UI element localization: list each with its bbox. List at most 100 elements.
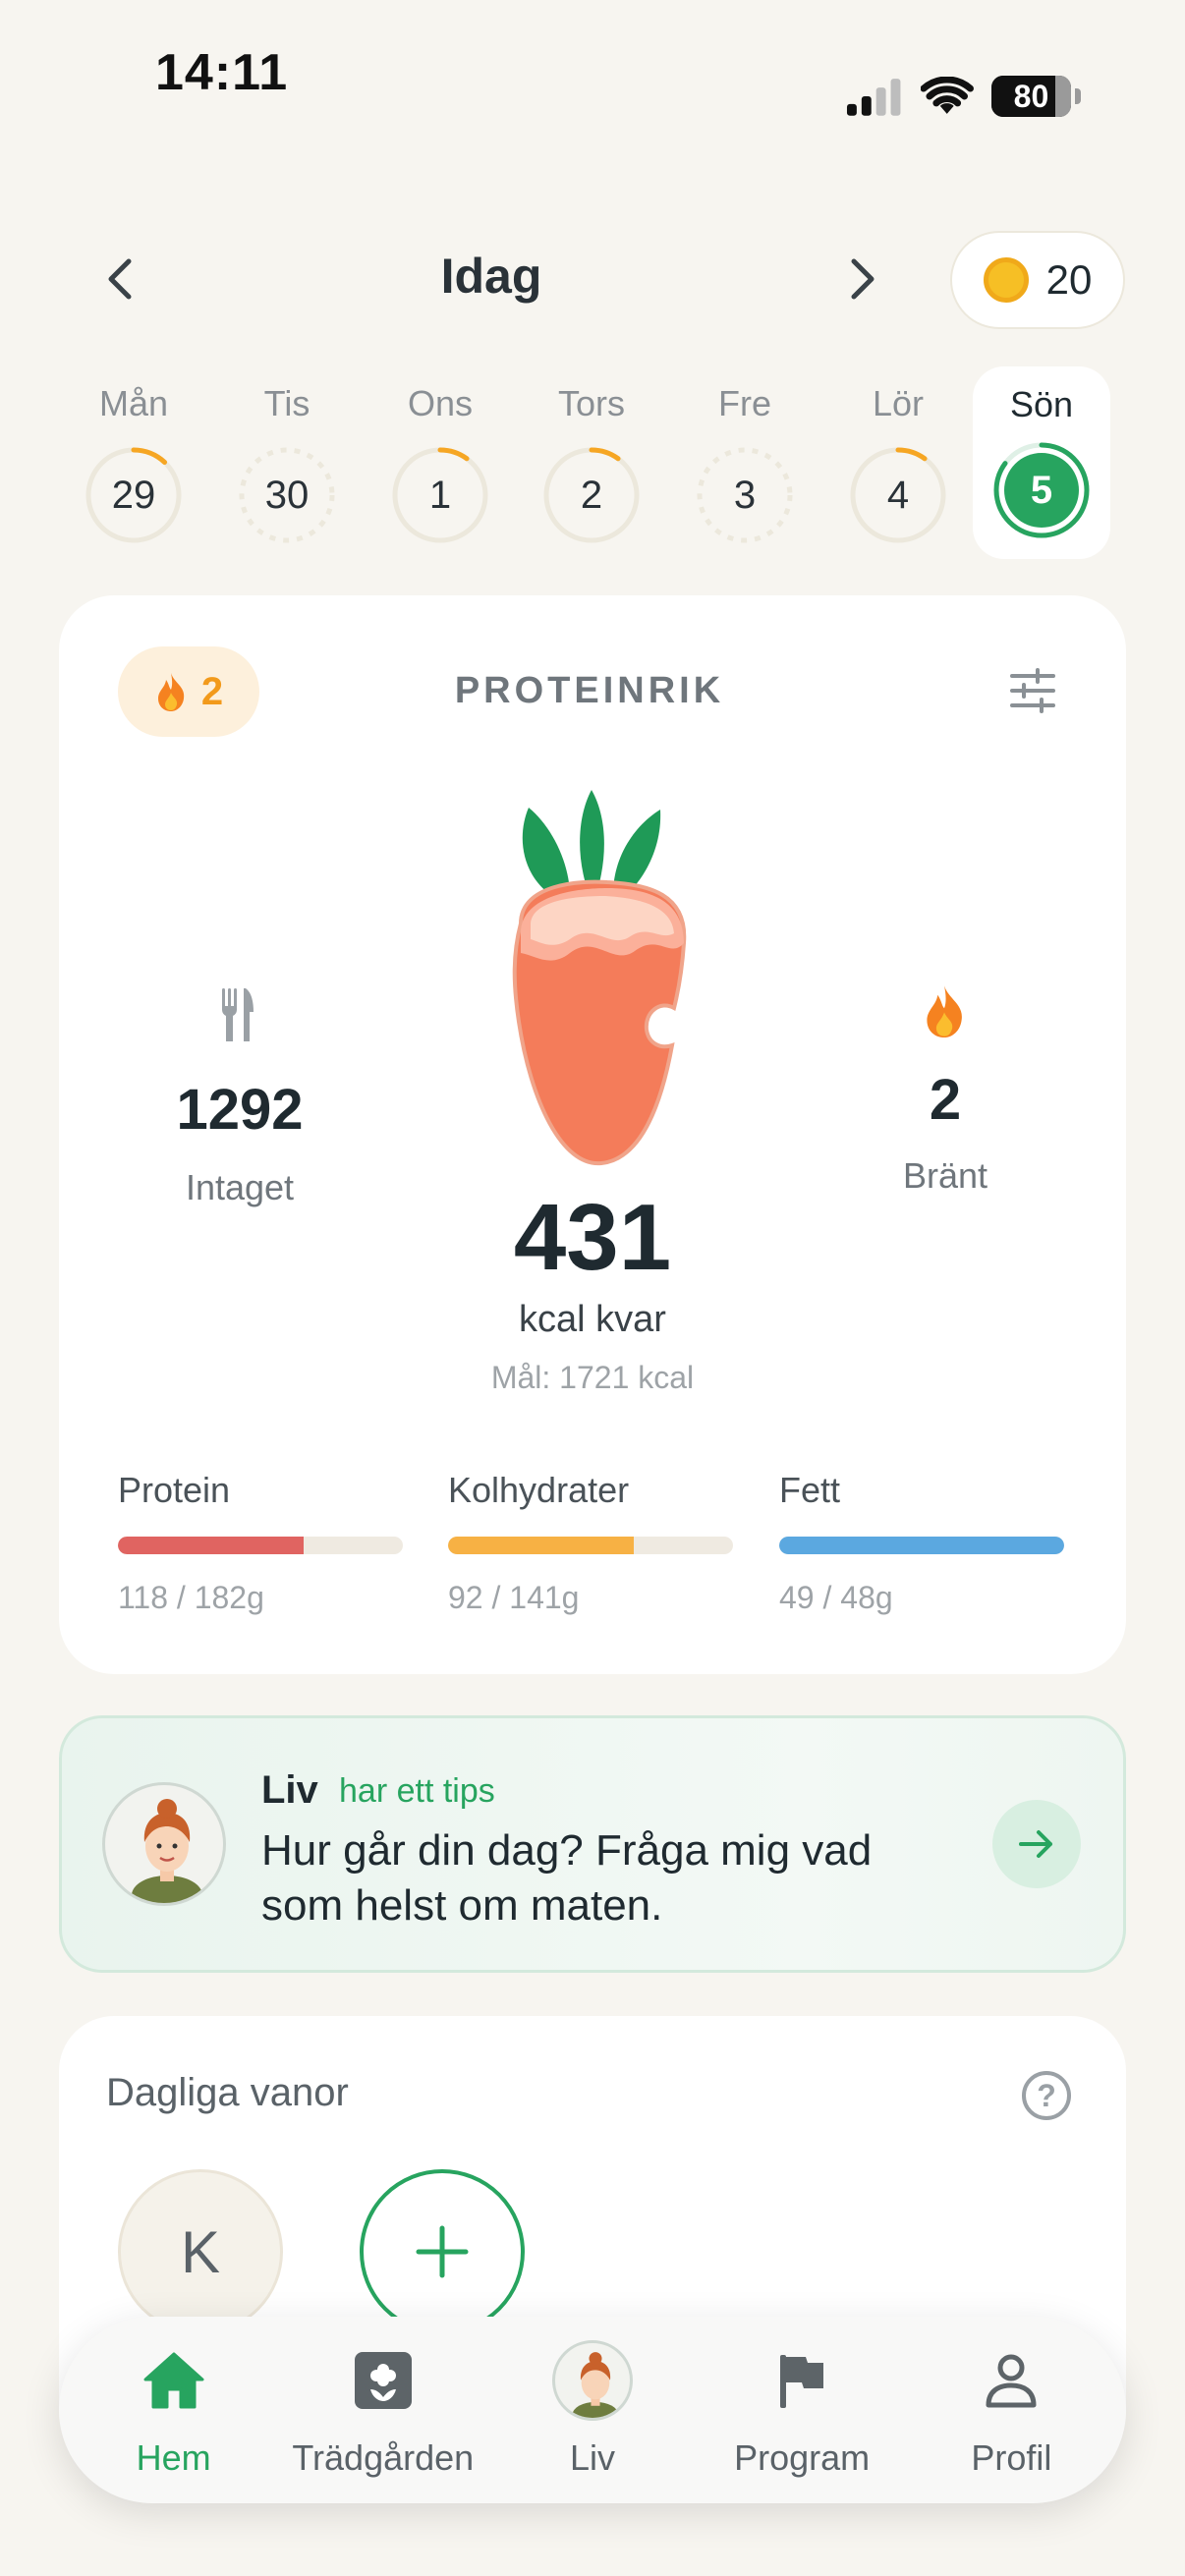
next-day-button[interactable] xyxy=(833,250,892,308)
tab-liv[interactable]: Liv xyxy=(489,2340,696,2479)
help-icon[interactable]: ? xyxy=(1022,2071,1071,2120)
macro-value: 92 / 141g xyxy=(448,1580,580,1615)
day-date: 4 xyxy=(886,473,910,517)
day-0[interactable]: Mån 29 xyxy=(65,383,202,546)
day-date: 1 xyxy=(428,473,452,517)
day-label: Tors xyxy=(557,383,625,423)
tab-home-label: Hem xyxy=(136,2437,211,2478)
chevron-right-icon xyxy=(851,258,875,300)
sliders-icon xyxy=(1010,668,1055,713)
day-4[interactable]: Fre 3 xyxy=(676,383,814,546)
macro-progress-bar xyxy=(118,1537,403,1554)
day-date: 29 xyxy=(111,473,156,517)
coach-avatar xyxy=(102,1782,226,1906)
plan-label: PROTEINRIK xyxy=(454,670,725,711)
tab-profile[interactable]: Profil xyxy=(908,2341,1114,2479)
prev-day-button[interactable] xyxy=(90,250,149,308)
day-label: Mån xyxy=(98,383,169,423)
day-date: 3 xyxy=(733,473,757,517)
status-time: 14:11 xyxy=(155,44,289,101)
habits-title: Dagliga vanor xyxy=(106,2071,349,2114)
status-icons: 80 xyxy=(845,71,1081,122)
day-progress-ring: 3 xyxy=(694,444,796,546)
flame-icon xyxy=(157,673,185,711)
tab-program[interactable]: Program xyxy=(699,2341,905,2479)
day-label: Lör xyxy=(872,383,925,423)
settings-button[interactable] xyxy=(1008,668,1057,718)
day-5[interactable]: Lör 4 xyxy=(829,383,967,546)
tab-home[interactable]: Hem xyxy=(71,2341,277,2479)
tab-liv-label: Liv xyxy=(569,2437,615,2478)
day-label: Fre xyxy=(718,383,771,423)
day-1[interactable]: Tis 30 xyxy=(218,383,356,546)
tab-garden-label: Trädgården xyxy=(292,2437,475,2478)
add-habit-button[interactable] xyxy=(360,2169,525,2334)
day-progress-ring: 2 xyxy=(540,444,643,546)
day-label: Sön xyxy=(1009,384,1074,424)
coins-count: 20 xyxy=(1045,256,1093,303)
macro-progress-fill xyxy=(118,1537,304,1554)
macro-progress-bar xyxy=(779,1537,1064,1554)
wifi-icon xyxy=(921,77,974,114)
tip-message: Hur går din dag? Fråga mig vad som helst… xyxy=(261,1826,873,1930)
tip-subtitle: har ett tips xyxy=(339,1772,495,1810)
tab-profile-label: Profil xyxy=(971,2437,1052,2478)
day-progress-ring: 1 xyxy=(389,444,491,546)
home-icon xyxy=(143,2352,204,2409)
macro-name: Fett xyxy=(779,1470,841,1510)
carrot-illustration xyxy=(491,786,698,1174)
kcal-goal: Mål: 1721 kcal xyxy=(490,1360,695,1395)
battery-icon: 80 xyxy=(990,76,1072,117)
tab-garden[interactable]: Trädgården xyxy=(280,2341,486,2479)
day-progress-ring: 29 xyxy=(83,444,185,546)
intake-value: 1292 xyxy=(176,1078,304,1142)
macro-value: 49 / 48g xyxy=(779,1580,893,1615)
fork-knife-icon xyxy=(218,986,255,1048)
tip-open-button[interactable] xyxy=(992,1800,1081,1888)
day-date: 2 xyxy=(580,473,603,517)
macro-progress-bar xyxy=(448,1537,733,1554)
day-date: 30 xyxy=(264,473,310,517)
tip-coach-name: Liv xyxy=(261,1768,318,1812)
day-progress-ring: 30 xyxy=(236,444,338,546)
macro-value: 118 / 182g xyxy=(118,1580,264,1615)
streak-count: 2 xyxy=(200,669,224,713)
day-date: 5 xyxy=(1030,468,1053,512)
habit-item[interactable]: K xyxy=(118,2169,283,2334)
day-2[interactable]: Ons 1 xyxy=(371,383,509,546)
day-label: Ons xyxy=(407,383,474,423)
day-label: Tis xyxy=(263,383,310,423)
burned-label: Bränt xyxy=(902,1155,988,1196)
macro-protein: Protein 118 / 182g xyxy=(118,1470,403,1616)
tab-program-label: Program xyxy=(734,2437,871,2478)
chevron-left-icon xyxy=(108,258,132,300)
battery-level: 80 xyxy=(1013,78,1049,114)
signal-icon xyxy=(846,79,901,116)
kcal-left-label: kcal kvar xyxy=(519,1299,666,1340)
day-3[interactable]: Tors 2 xyxy=(523,383,660,546)
person-icon xyxy=(986,2354,1037,2408)
avatar-icon xyxy=(551,2340,633,2421)
coins-badge[interactable]: 20 xyxy=(950,231,1125,329)
day-progress-ring: 4 xyxy=(847,444,949,546)
streak-badge[interactable]: 2 xyxy=(118,646,259,737)
day-progress-ring: 5 xyxy=(990,439,1093,541)
macro-name: Kolhydrater xyxy=(448,1470,630,1510)
plus-icon xyxy=(416,2225,469,2278)
kcal-left-value: 431 xyxy=(513,1185,672,1290)
macro-progress-fill xyxy=(448,1537,634,1554)
flag-icon xyxy=(780,2355,824,2408)
burned-value: 2 xyxy=(929,1068,962,1132)
macro-progress-fill xyxy=(779,1537,1064,1554)
page-title: Idag xyxy=(440,249,542,304)
burned-flame-icon xyxy=(922,982,967,1044)
day-6[interactable]: Sön 5 xyxy=(973,366,1110,559)
arrow-right-icon xyxy=(1019,1830,1052,1858)
macro-kolhydrater: Kolhydrater 92 / 141g xyxy=(448,1470,733,1616)
intake-label: Intaget xyxy=(185,1167,295,1207)
tab-bar: Hem Trädgården Liv Program Profil xyxy=(59,2317,1126,2503)
coin-icon xyxy=(983,257,1029,303)
macro-name: Protein xyxy=(118,1470,231,1510)
macro-fett: Fett 49 / 48g xyxy=(779,1470,1064,1616)
garden-icon xyxy=(354,2352,412,2409)
